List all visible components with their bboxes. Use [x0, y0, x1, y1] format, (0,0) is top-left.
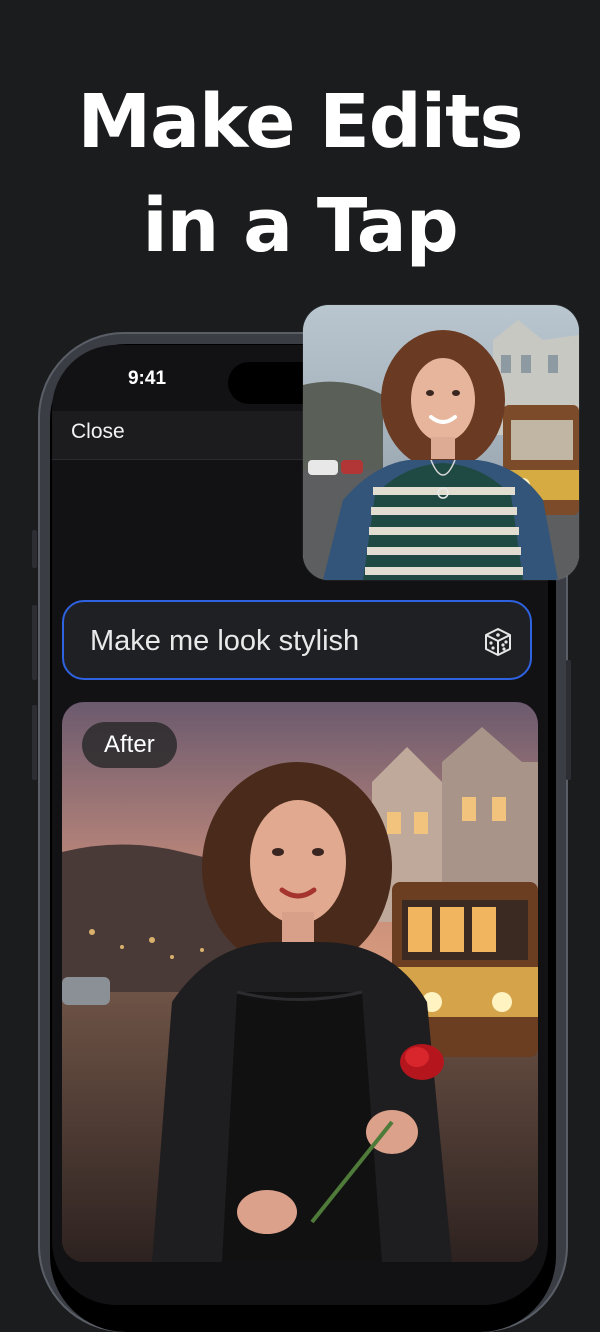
dice-icon[interactable] [482, 626, 514, 658]
prompt-input[interactable]: Make me look stylish [62, 600, 532, 680]
mute-switch [32, 530, 37, 568]
headline-line-2: in a Tap [142, 183, 458, 269]
volume-down-button [32, 705, 37, 780]
woman-casual-photo-illustration [303, 305, 579, 580]
status-time: 9:41 [127, 368, 167, 389]
headline: Make Edits in a Tap [0, 70, 600, 278]
headline-line-1: Make Edits [77, 79, 523, 165]
prompt-text: Make me look stylish [90, 625, 360, 657]
before-photo[interactable] [303, 305, 579, 580]
woman-stylish-photo-illustration [62, 702, 538, 1262]
volume-up-button [32, 605, 37, 680]
after-photo[interactable]: After [62, 702, 538, 1262]
close-button[interactable]: Close [71, 420, 125, 444]
power-button [566, 660, 571, 780]
after-badge: After [82, 722, 177, 768]
